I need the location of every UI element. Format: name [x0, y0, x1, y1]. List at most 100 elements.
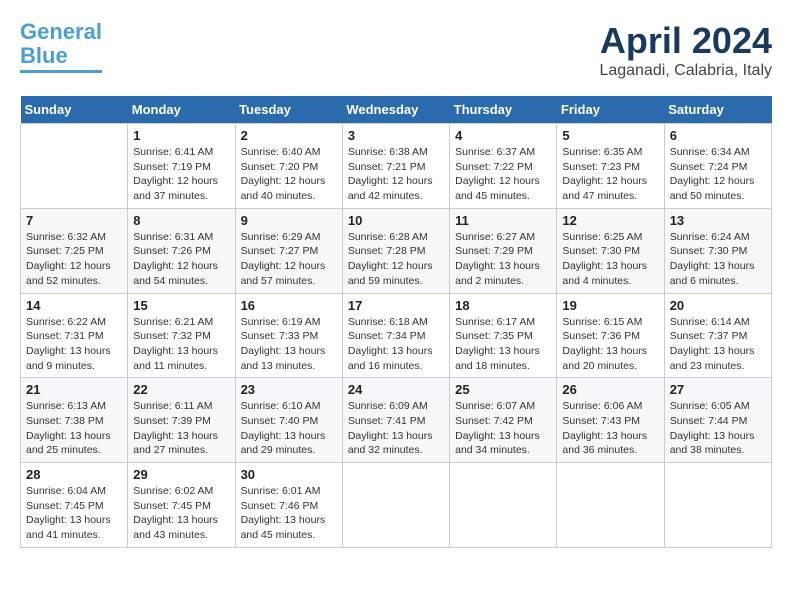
- calendar-cell: [342, 463, 449, 548]
- day-number: 12: [562, 213, 658, 228]
- day-info: Sunrise: 6:13 AM Sunset: 7:38 PM Dayligh…: [26, 399, 122, 458]
- calendar-cell: 12 Sunrise: 6:25 AM Sunset: 7:30 PM Dayli…: [557, 208, 664, 293]
- day-number: 7: [26, 213, 122, 228]
- day-number: 22: [133, 382, 229, 397]
- calendar-cell: 15 Sunrise: 6:21 AM Sunset: 7:32 PM Dayli…: [128, 293, 235, 378]
- day-number: 1: [133, 128, 229, 143]
- calendar-cell: 27Sunrise: 6:05 AM Sunset: 7:44 PM Dayli…: [664, 378, 771, 463]
- day-info: Sunrise: 6:37 AM Sunset: 7:22 PM Dayligh…: [455, 145, 551, 204]
- calendar-cell: 25 Sunrise: 6:07 AM Sunset: 7:42 PM Dayli…: [450, 378, 557, 463]
- calendar-cell: 23Sunrise: 6:10 AM Sunset: 7:40 PM Dayli…: [235, 378, 342, 463]
- day-number: 28: [26, 467, 122, 482]
- day-info: Sunrise: 6:28 AM Sunset: 7:28 PM Dayligh…: [348, 230, 444, 289]
- logo-text: General Blue: [20, 20, 102, 68]
- day-number: 6: [670, 128, 766, 143]
- day-info: Sunrise: 6:19 AM Sunset: 7:33 PM Dayligh…: [241, 315, 337, 374]
- day-info: Sunrise: 6:27 AM Sunset: 7:29 PM Dayligh…: [455, 230, 551, 289]
- weekday-header: Tuesday: [235, 96, 342, 124]
- calendar-cell: [664, 463, 771, 548]
- title-block: April 2024 Laganadi, Calabria, Italy: [599, 20, 772, 80]
- calendar-cell: 3 Sunrise: 6:38 AM Sunset: 7:21 PM Daylig…: [342, 124, 449, 209]
- calendar-cell: 13Sunrise: 6:24 AM Sunset: 7:30 PM Dayli…: [664, 208, 771, 293]
- weekday-header-row: SundayMondayTuesdayWednesdayThursdayFrid…: [21, 96, 772, 124]
- calendar-cell: 29 Sunrise: 6:02 AM Sunset: 7:45 PM Dayli…: [128, 463, 235, 548]
- day-number: 14: [26, 298, 122, 313]
- weekday-header: Monday: [128, 96, 235, 124]
- calendar-table: SundayMondayTuesdayWednesdayThursdayFrid…: [20, 96, 772, 548]
- day-info: Sunrise: 6:32 AM Sunset: 7:25 PM Dayligh…: [26, 230, 122, 289]
- calendar-cell: 16 Sunrise: 6:19 AM Sunset: 7:33 PM Dayli…: [235, 293, 342, 378]
- calendar-cell: 21 Sunrise: 6:13 AM Sunset: 7:38 PM Dayli…: [21, 378, 128, 463]
- day-info: Sunrise: 6:22 AM Sunset: 7:31 PM Dayligh…: [26, 315, 122, 374]
- day-number: 20: [670, 298, 766, 313]
- calendar-cell: 8Sunrise: 6:31 AM Sunset: 7:26 PM Daylig…: [128, 208, 235, 293]
- calendar-cell: 4 Sunrise: 6:37 AM Sunset: 7:22 PM Daylig…: [450, 124, 557, 209]
- calendar-cell: 5Sunrise: 6:35 AM Sunset: 7:23 PM Daylig…: [557, 124, 664, 209]
- logo-general: General: [20, 19, 102, 44]
- calendar-week-row: 14 Sunrise: 6:22 AM Sunset: 7:31 PM Dayli…: [21, 293, 772, 378]
- day-info: Sunrise: 6:09 AM Sunset: 7:41 PM Dayligh…: [348, 399, 444, 458]
- day-info: Sunrise: 6:25 AM Sunset: 7:30 PM Dayligh…: [562, 230, 658, 289]
- day-number: 18: [455, 298, 551, 313]
- day-number: 4: [455, 128, 551, 143]
- calendar-cell: [21, 124, 128, 209]
- weekday-header: Friday: [557, 96, 664, 124]
- day-info: Sunrise: 6:02 AM Sunset: 7:45 PM Dayligh…: [133, 484, 229, 543]
- day-number: 16: [241, 298, 337, 313]
- day-info: Sunrise: 6:06 AM Sunset: 7:43 PM Dayligh…: [562, 399, 658, 458]
- location-subtitle: Laganadi, Calabria, Italy: [599, 62, 772, 80]
- day-info: Sunrise: 6:17 AM Sunset: 7:35 PM Dayligh…: [455, 315, 551, 374]
- day-info: Sunrise: 6:21 AM Sunset: 7:32 PM Dayligh…: [133, 315, 229, 374]
- calendar-week-row: 21 Sunrise: 6:13 AM Sunset: 7:38 PM Dayli…: [21, 378, 772, 463]
- logo-blue: Blue: [20, 43, 68, 68]
- calendar-cell: 22 Sunrise: 6:11 AM Sunset: 7:39 PM Dayli…: [128, 378, 235, 463]
- day-info: Sunrise: 6:11 AM Sunset: 7:39 PM Dayligh…: [133, 399, 229, 458]
- calendar-cell: 7 Sunrise: 6:32 AM Sunset: 7:25 PM Daylig…: [21, 208, 128, 293]
- calendar-body: 1 Sunrise: 6:41 AM Sunset: 7:19 PM Daylig…: [21, 124, 772, 548]
- day-info: Sunrise: 6:38 AM Sunset: 7:21 PM Dayligh…: [348, 145, 444, 204]
- day-number: 3: [348, 128, 444, 143]
- day-number: 17: [348, 298, 444, 313]
- day-number: 27: [670, 382, 766, 397]
- weekday-header: Thursday: [450, 96, 557, 124]
- day-info: Sunrise: 6:18 AM Sunset: 7:34 PM Dayligh…: [348, 315, 444, 374]
- day-number: 9: [241, 213, 337, 228]
- day-info: Sunrise: 6:24 AM Sunset: 7:30 PM Dayligh…: [670, 230, 766, 289]
- calendar-cell: 30Sunrise: 6:01 AM Sunset: 7:46 PM Dayli…: [235, 463, 342, 548]
- day-info: Sunrise: 6:10 AM Sunset: 7:40 PM Dayligh…: [241, 399, 337, 458]
- calendar-cell: 28 Sunrise: 6:04 AM Sunset: 7:45 PM Dayli…: [21, 463, 128, 548]
- calendar-cell: 14 Sunrise: 6:22 AM Sunset: 7:31 PM Dayli…: [21, 293, 128, 378]
- day-info: Sunrise: 6:07 AM Sunset: 7:42 PM Dayligh…: [455, 399, 551, 458]
- calendar-cell: 18 Sunrise: 6:17 AM Sunset: 7:35 PM Dayli…: [450, 293, 557, 378]
- day-number: 29: [133, 467, 229, 482]
- weekday-header: Saturday: [664, 96, 771, 124]
- day-info: Sunrise: 6:34 AM Sunset: 7:24 PM Dayligh…: [670, 145, 766, 204]
- day-info: Sunrise: 6:04 AM Sunset: 7:45 PM Dayligh…: [26, 484, 122, 543]
- logo: General Blue: [20, 20, 102, 73]
- day-number: 15: [133, 298, 229, 313]
- day-info: Sunrise: 6:40 AM Sunset: 7:20 PM Dayligh…: [241, 145, 337, 204]
- day-number: 8: [133, 213, 229, 228]
- calendar-cell: 9 Sunrise: 6:29 AM Sunset: 7:27 PM Daylig…: [235, 208, 342, 293]
- day-number: 25: [455, 382, 551, 397]
- day-number: 26: [562, 382, 658, 397]
- day-info: Sunrise: 6:01 AM Sunset: 7:46 PM Dayligh…: [241, 484, 337, 543]
- day-number: 11: [455, 213, 551, 228]
- calendar-cell: 6 Sunrise: 6:34 AM Sunset: 7:24 PM Daylig…: [664, 124, 771, 209]
- calendar-cell: 10Sunrise: 6:28 AM Sunset: 7:28 PM Dayli…: [342, 208, 449, 293]
- day-info: Sunrise: 6:14 AM Sunset: 7:37 PM Dayligh…: [670, 315, 766, 374]
- day-number: 5: [562, 128, 658, 143]
- day-info: Sunrise: 6:15 AM Sunset: 7:36 PM Dayligh…: [562, 315, 658, 374]
- calendar-cell: 2 Sunrise: 6:40 AM Sunset: 7:20 PM Daylig…: [235, 124, 342, 209]
- calendar-cell: 26 Sunrise: 6:06 AM Sunset: 7:43 PM Dayli…: [557, 378, 664, 463]
- day-info: Sunrise: 6:41 AM Sunset: 7:19 PM Dayligh…: [133, 145, 229, 204]
- logo-underline: [20, 70, 102, 73]
- day-number: 21: [26, 382, 122, 397]
- calendar-week-row: 7 Sunrise: 6:32 AM Sunset: 7:25 PM Daylig…: [21, 208, 772, 293]
- day-info: Sunrise: 6:29 AM Sunset: 7:27 PM Dayligh…: [241, 230, 337, 289]
- day-number: 2: [241, 128, 337, 143]
- weekday-header: Sunday: [21, 96, 128, 124]
- page-header: General Blue April 2024 Laganadi, Calabr…: [20, 20, 772, 80]
- calendar-week-row: 28 Sunrise: 6:04 AM Sunset: 7:45 PM Dayli…: [21, 463, 772, 548]
- calendar-cell: 20 Sunrise: 6:14 AM Sunset: 7:37 PM Dayli…: [664, 293, 771, 378]
